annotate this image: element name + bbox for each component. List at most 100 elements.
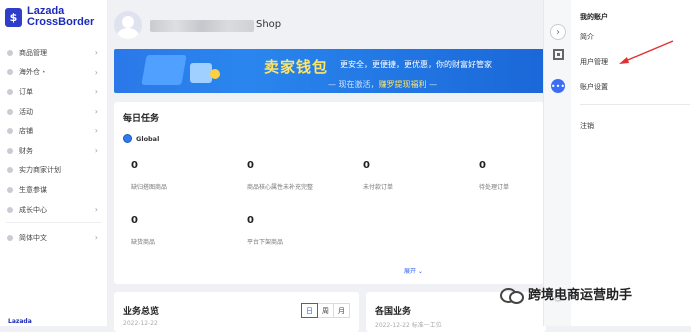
menu-item-profile[interactable]: 简介 <box>580 32 594 42</box>
chat-icon: ••• <box>550 81 566 91</box>
sidebar-item-warehouse[interactable]: 海外仓 • › <box>0 63 108 83</box>
footer-brand: Lazada <box>8 318 32 325</box>
wallet-banner[interactable]: 卖家钱包 更安全，更便捷，更优惠，你的财富好管家 — 现在激活，赚罗提现福利 — <box>114 49 549 93</box>
lazada-logo-icon: $ <box>5 8 22 27</box>
chevron-right-icon: › <box>94 67 98 77</box>
chat-button[interactable]: ••• <box>551 79 565 93</box>
warehouse-icon <box>7 69 13 76</box>
right-rail: › ••• ⚙ <box>543 0 571 326</box>
growth-icon <box>7 206 13 213</box>
banner-tagline: 更安全，更便捷，更优惠，你的财富好管家 <box>340 60 492 69</box>
banner-sub-prefix: — 现在激活， <box>328 80 379 89</box>
sidebar-item-products[interactable]: 商品管理 › <box>0 43 108 63</box>
new-dot: • <box>42 68 46 76</box>
task-stat-value: 0 <box>131 215 138 226</box>
chevron-right-icon: › <box>94 145 98 155</box>
task-stat[interactable]: 0 缺货商品 <box>131 215 221 246</box>
task-stat-value: 0 <box>363 160 370 171</box>
task-stat-label: 商品核心属性未补充完整 <box>247 184 314 191</box>
chevron-right-icon: › <box>556 26 560 38</box>
collapse-button[interactable]: › <box>550 24 566 40</box>
chevron-right-icon: › <box>94 48 98 57</box>
task-stat-value: 0 <box>247 160 254 171</box>
banner-title: 卖家钱包 <box>264 58 329 76</box>
sidebar-item-label: 活动 <box>19 107 33 116</box>
language-selector[interactable]: 简体中文 › <box>0 228 108 248</box>
chevron-right-icon: › <box>94 126 98 136</box>
sidebar-item-label: 财务 <box>19 146 33 155</box>
region-label: Global <box>136 134 160 143</box>
banner-subtitle: — 现在激活，赚罗提现福利 — <box>328 79 437 90</box>
task-stat-label: 缺归搭图商品 <box>131 184 168 191</box>
chevron-right-icon: › <box>94 204 98 214</box>
banner-sub-suffix: — <box>426 80 438 89</box>
brand-sub: CrossBorder <box>27 16 95 28</box>
sidebar-item-label: 实力商家计划 <box>19 166 61 175</box>
products-icon <box>7 49 13 56</box>
task-stat-label: 未付款订单 <box>363 184 394 191</box>
sidebar-item-label: 生意参谋 <box>19 185 47 194</box>
sidebar-item-store[interactable]: 店铺 › <box>0 121 108 141</box>
coin-icon <box>210 69 220 79</box>
card-title: 每日任务 <box>123 114 160 124</box>
task-stat-label: 缺货商品 <box>131 239 156 246</box>
sidebar-item-orders[interactable]: 订单 › <box>0 82 108 102</box>
watermark: 跨境电商运营助手 <box>500 284 632 304</box>
menu-divider <box>580 104 690 105</box>
annotation-arrow <box>619 40 674 64</box>
region-selector[interactable]: Global <box>123 134 159 143</box>
avatar[interactable] <box>114 11 142 39</box>
period-month-button[interactable]: 月 <box>333 303 350 318</box>
globe-icon <box>123 134 132 143</box>
expand-link[interactable]: 展开 ⌄ <box>404 266 423 275</box>
wallet-illustration-box <box>190 63 212 83</box>
wechat-icon <box>500 286 524 304</box>
task-stat[interactable]: 0 平台下架商品 <box>247 215 337 246</box>
sidebar-divider <box>6 222 102 223</box>
lazada-logo[interactable]: $ Lazada CrossBorder <box>5 6 94 28</box>
campaigns-icon <box>7 108 13 115</box>
seller-plan-icon <box>7 167 13 174</box>
language-label: 简体中文 <box>19 233 47 242</box>
period-week-button[interactable]: 周 <box>317 303 334 318</box>
task-stat[interactable]: 0 缺归搭图商品 <box>131 160 221 191</box>
task-stat-value: 0 <box>131 160 138 171</box>
sidebar-item-campaigns[interactable]: 活动 › <box>0 102 108 122</box>
orders-icon <box>7 88 13 95</box>
sidebar-item-label: 订单 <box>19 87 33 96</box>
sidebar-item-label: 商品管理 <box>19 48 47 57</box>
shop-name: Shop <box>256 19 282 30</box>
task-stat-value: 0 <box>247 215 254 226</box>
country-date: 2022-12-22 标准一工位 <box>375 322 442 329</box>
menu-item-account-settings[interactable]: 账户设置 <box>580 82 608 92</box>
chevron-right-icon: › <box>94 106 98 116</box>
wallet-illustration <box>141 55 187 85</box>
menu-item-logout[interactable]: 注销 <box>580 121 594 131</box>
shop-name-redacted <box>150 20 254 32</box>
banner-sub-highlight: 赚罗提现福利 <box>378 80 427 89</box>
business-advisor-icon <box>7 186 13 193</box>
qr-code-icon[interactable] <box>553 49 564 60</box>
sidebar: $ Lazada CrossBorder 商品管理 › 海外仓 • › 订单 › 活动 ›… <box>0 0 108 326</box>
sidebar-item-seller-plan[interactable]: 实力商家计划 <box>0 161 108 181</box>
period-toggle: 日 周 月 <box>301 303 350 318</box>
chevron-right-icon: › <box>94 233 98 242</box>
daily-tasks-card: 每日任务 Global 0 缺归搭图商品 0 商品核心属性未补充完整 0 未付款订单 … <box>114 102 544 284</box>
main-content: Shop 卖家钱包 更安全，更便捷，更优惠，你的财富好管家 — 现在激活，赚罗提… <box>108 0 549 332</box>
sidebar-item-label: 成长中心 <box>19 205 47 214</box>
task-stat[interactable]: 0 未付款订单 <box>363 160 453 191</box>
sidebar-item-business-advisor[interactable]: 生意参谋 <box>0 180 108 200</box>
menu-item-user-management[interactable]: 用户管理 <box>580 57 608 67</box>
period-day-button[interactable]: 日 <box>301 303 318 318</box>
task-stat-label: 平台下架商品 <box>247 239 284 246</box>
sidebar-item-growth[interactable]: 成长中心 › <box>0 200 108 220</box>
sidebar-item-finance[interactable]: 财务 › <box>0 141 108 161</box>
sidebar-item-label: 店铺 <box>19 127 33 136</box>
card-title: 业务总览 <box>123 307 160 317</box>
card-title: 各国业务 <box>375 307 412 317</box>
sidebar-item-label: 海外仓 <box>19 68 40 77</box>
task-stat[interactable]: 0 商品核心属性未补充完整 <box>247 160 337 191</box>
store-icon <box>7 128 13 135</box>
language-icon <box>7 234 13 241</box>
finance-icon <box>7 147 13 154</box>
